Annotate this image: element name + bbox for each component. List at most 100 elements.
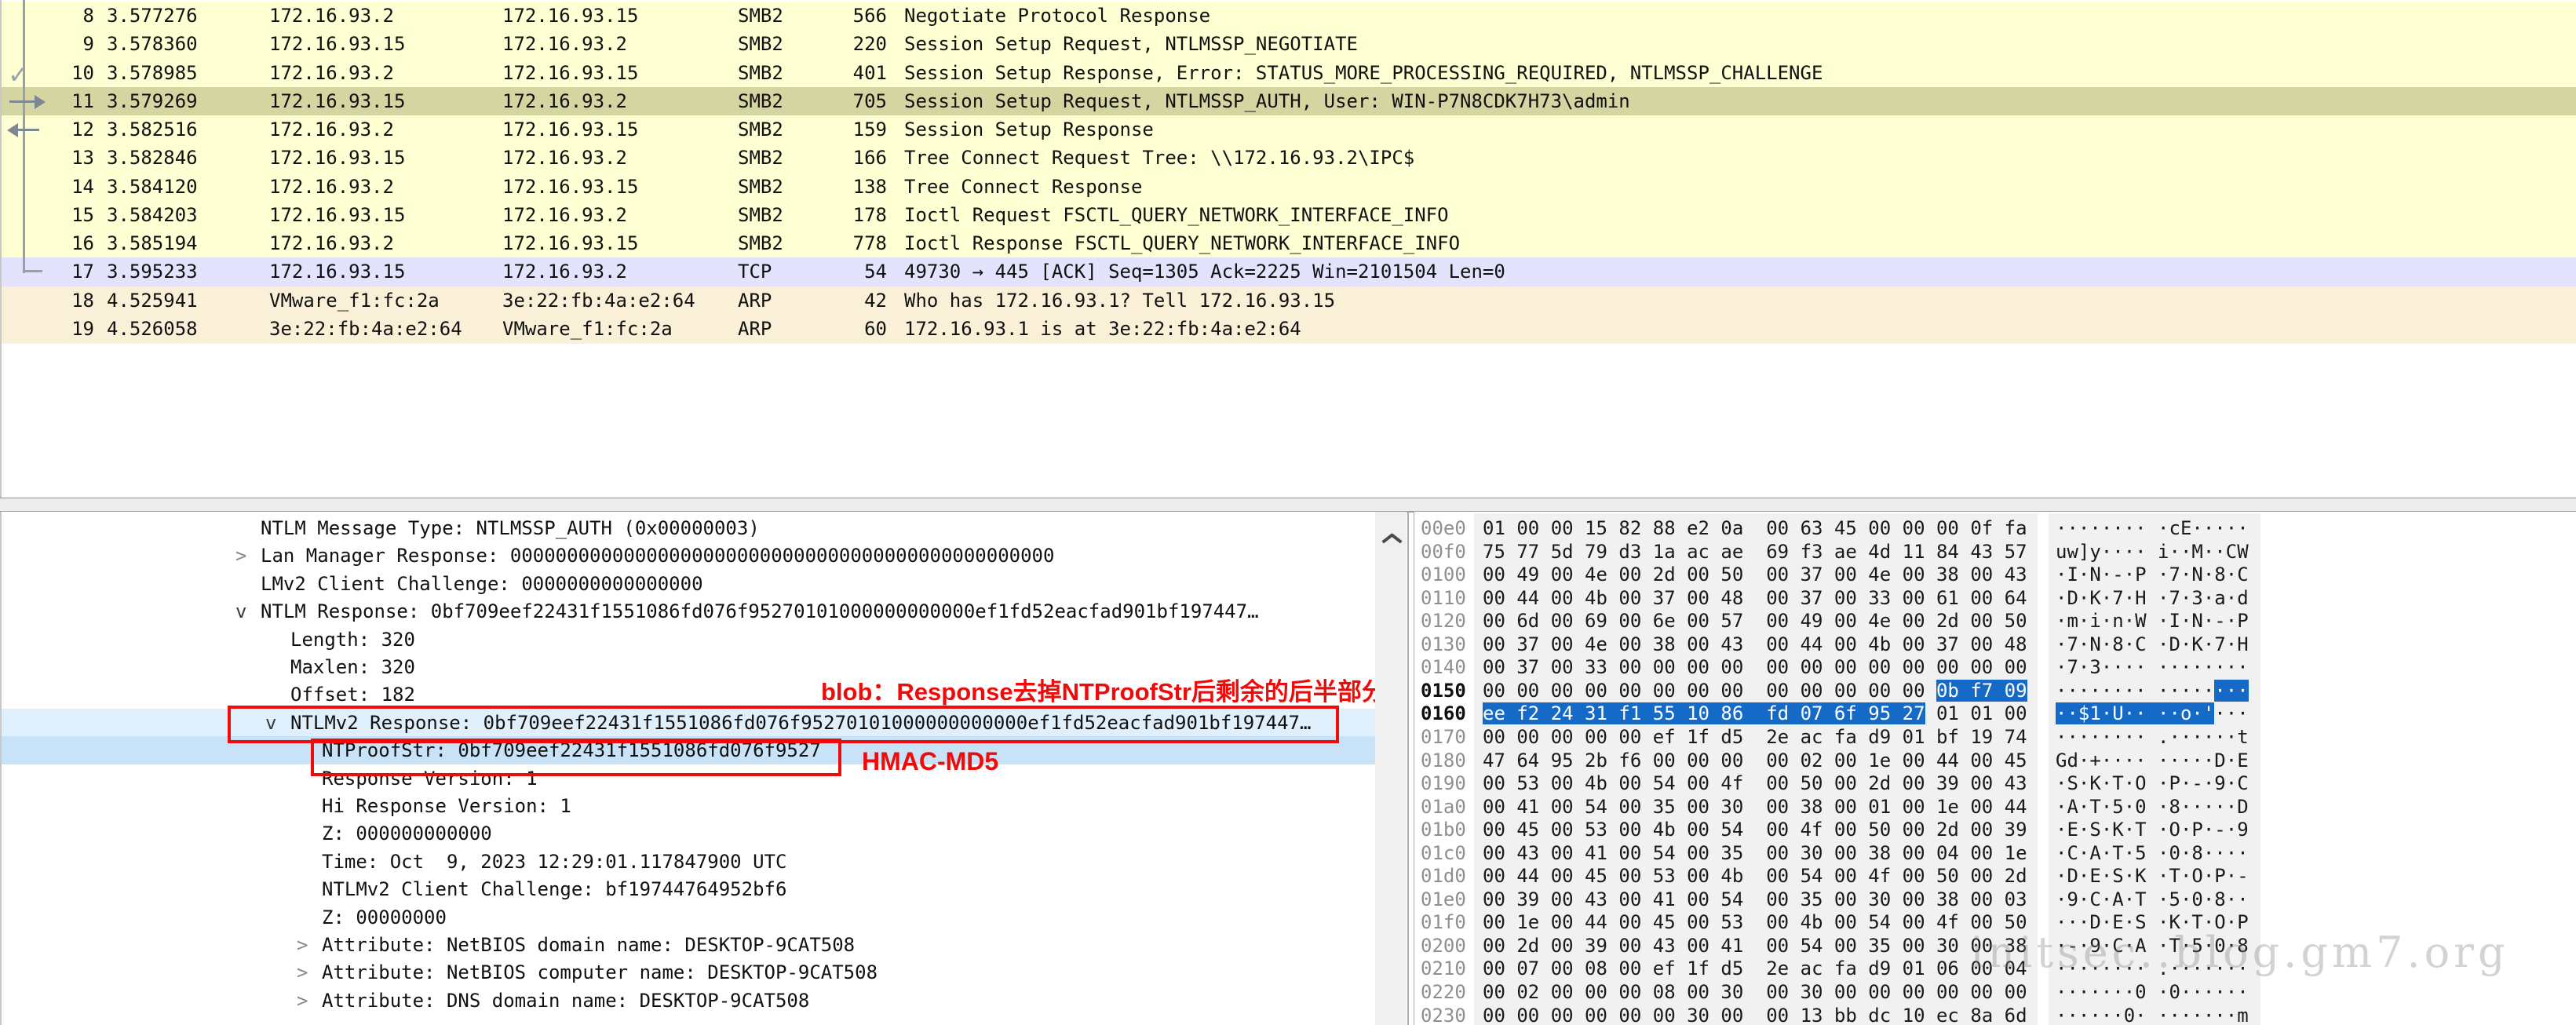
packet-cell-dst: 172.16.93.15: [502, 115, 638, 144]
hex-bytes[interactable]: 00 49 00 4e 00 2d 00 50 00 37 00 4e 00 3…: [1483, 563, 2027, 586]
hex-ascii[interactable]: ··$1·U·· ··o·'···: [2056, 702, 2249, 725]
expander-collapsed-icon[interactable]: >: [297, 958, 308, 987]
details-scrollbar[interactable]: [1375, 512, 1407, 1025]
packet-row-17[interactable]: 173.595233172.16.93.15172.16.93.2TCP5449…: [2, 257, 2576, 286]
detail-row[interactable]: >Attribute: DNS domain name: DESKTOP-9CA…: [2, 987, 1375, 1015]
hex-ascii[interactable]: uw]y···· i··M··CW: [2056, 540, 2249, 564]
hex-bytes[interactable]: 00 00 00 00 00 00 00 00 00 00 00 00 00 0…: [1483, 679, 2027, 702]
detail-row[interactable]: NTLMv2 Client Challenge: bf19744764952bf…: [2, 875, 1375, 903]
hex-ascii[interactable]: ·7·N·8·C ·D·K·7·H: [2056, 633, 2249, 656]
hex-row-01e0[interactable]: 01e000 39 00 43 00 41 00 54 00 35 00 30 …: [1414, 888, 2576, 911]
hex-row-01c0[interactable]: 01c000 43 00 41 00 54 00 35 00 30 00 38 …: [1414, 841, 2576, 865]
hex-row-0180[interactable]: 018047 64 95 2b f6 00 00 00 00 02 00 1e …: [1414, 749, 2576, 772]
hex-bytes[interactable]: 00 6d 00 69 00 6e 00 57 00 49 00 4e 00 2…: [1483, 609, 2027, 633]
hex-row-0130[interactable]: 013000 37 00 4e 00 38 00 43 00 44 00 4b …: [1414, 633, 2576, 656]
detail-row[interactable]: LMv2 Client Challenge: 0000000000000000: [2, 570, 1375, 598]
hex-bytes[interactable]: 00 44 00 4b 00 37 00 48 00 37 00 33 00 6…: [1483, 586, 2027, 610]
hex-bytes[interactable]: 00 1e 00 44 00 45 00 53 00 4b 00 54 00 4…: [1483, 910, 2027, 934]
hex-ascii[interactable]: ·······0 ·0······: [2056, 980, 2249, 1004]
detail-row[interactable]: vNTLM Response: 0bf709eef22431f1551086fd…: [2, 597, 1375, 626]
hex-ascii[interactable]: ·7·3···· ········: [2056, 655, 2249, 679]
detail-row[interactable]: >Attribute: NetBIOS domain name: DESKTOP…: [2, 931, 1375, 959]
expander-collapsed-icon[interactable]: >: [297, 931, 308, 959]
hex-bytes[interactable]: 00 43 00 41 00 54 00 35 00 30 00 38 00 0…: [1483, 841, 2027, 865]
hex-row-0140[interactable]: 014000 37 00 33 00 00 00 00 00 00 00 00 …: [1414, 655, 2576, 679]
hex-ascii[interactable]: ·m·i·n·W ·I·N·-·P: [2056, 609, 2249, 633]
packet-row-18[interactable]: 184.525941VMware_f1:fc:2a3e:22:fb:4a:e2:…: [2, 286, 2576, 316]
detail-row[interactable]: Response Version: 1: [2, 764, 1375, 793]
detail-row[interactable]: NTProofStr: 0bf709eef22431f1551086fd076f…: [2, 736, 1375, 764]
expander-expanded-icon[interactable]: v: [235, 597, 246, 626]
hex-bytes[interactable]: 01 00 00 15 82 88 e2 0a 00 63 45 00 00 0…: [1483, 516, 2027, 540]
detail-row[interactable]: Hi Response Version: 1: [2, 792, 1375, 820]
hex-row-0160[interactable]: 0160ee f2 24 31 f1 55 10 86 fd 07 6f 95 …: [1414, 702, 2576, 725]
hex-bytes[interactable]: 00 07 00 08 00 ef 1f d5 2e ac fa d9 01 0…: [1483, 957, 2027, 980]
packet-row-8[interactable]: 83.577276172.16.93.2172.16.93.15SMB2566N…: [2, 2, 2576, 31]
hex-ascii[interactable]: ·A·T·5·0 ·8·····D: [2056, 795, 2249, 819]
detail-row-text: NTLM Message Type: NTLMSSP_AUTH (0x00000…: [261, 514, 760, 542]
hex-row-0220[interactable]: 022000 02 00 00 00 08 00 30 00 30 00 00 …: [1414, 980, 2576, 1004]
hex-row-0110[interactable]: 011000 44 00 4b 00 37 00 48 00 37 00 33 …: [1414, 586, 2576, 610]
hex-bytes[interactable]: 00 00 00 00 00 ef 1f d5 2e ac fa d9 01 b…: [1483, 725, 2027, 749]
hex-bytes[interactable]: 00 00 00 00 00 00 30 00 00 13 bb dc 10 e…: [1483, 1004, 2027, 1025]
packet-row-16[interactable]: 163.585194172.16.93.2172.16.93.15SMB2778…: [2, 229, 2576, 258]
hex-bytes[interactable]: 00 37 00 33 00 00 00 00 00 00 00 00 00 0…: [1483, 655, 2027, 679]
hex-row-0230[interactable]: 023000 00 00 00 00 00 30 00 00 13 bb dc …: [1414, 1004, 2576, 1025]
detail-row[interactable]: >Lan Manager Response: 00000000000000000…: [2, 542, 1375, 570]
hex-bytes[interactable]: 00 02 00 00 00 08 00 30 00 30 00 00 00 0…: [1483, 980, 2027, 1004]
expander-collapsed-icon[interactable]: >: [297, 987, 308, 1015]
hex-ascii[interactable]: ·D·K·7·H ·7·3·a·d: [2056, 586, 2249, 610]
detail-row[interactable]: Z: 000000000000: [2, 819, 1375, 848]
hex-row-0170[interactable]: 017000 00 00 00 00 ef 1f d5 2e ac fa d9 …: [1414, 725, 2576, 749]
hex-row-01b0[interactable]: 01b000 45 00 53 00 4b 00 54 00 4f 00 50 …: [1414, 818, 2576, 841]
hex-row-0100[interactable]: 010000 49 00 4e 00 2d 00 50 00 37 00 4e …: [1414, 563, 2576, 586]
hex-bytes[interactable]: 00 41 00 54 00 35 00 30 00 38 00 01 00 1…: [1483, 795, 2027, 819]
packet-row-10[interactable]: 103.578985172.16.93.2172.16.93.15SMB2401…: [2, 59, 2576, 88]
hex-bytes[interactable]: 47 64 95 2b f6 00 00 00 00 02 00 1e 00 4…: [1483, 749, 2027, 772]
packet-row-15[interactable]: 153.584203172.16.93.15172.16.93.2SMB2178…: [2, 201, 2576, 230]
scroll-up-icon[interactable]: [1381, 529, 1399, 540]
packet-row-12[interactable]: 123.582516172.16.93.2172.16.93.15SMB2159…: [2, 115, 2576, 144]
watermark-text: initsec..blog.gm7.org: [1970, 928, 2509, 977]
detail-row[interactable]: Z: 00000000: [2, 903, 1375, 932]
hex-bytes[interactable]: 75 77 5d 79 d3 1a ac ae 69 f3 ae 4d 11 8…: [1483, 540, 2027, 564]
hex-bytes[interactable]: 00 45 00 53 00 4b 00 54 00 4f 00 50 00 2…: [1483, 818, 2027, 841]
hex-bytes[interactable]: 00 44 00 45 00 53 00 4b 00 54 00 4f 00 5…: [1483, 864, 2027, 888]
hex-ascii[interactable]: ·I·N·-·P ·7·N·8·C: [2056, 563, 2249, 586]
detail-row[interactable]: NTLM Message Type: NTLMSSP_AUTH (0x00000…: [2, 514, 1375, 542]
hex-ascii[interactable]: ·C·A·T·5 ·0·8····: [2056, 841, 2249, 865]
packet-row-14[interactable]: 143.584120172.16.93.2172.16.93.15SMB2138…: [2, 173, 2576, 202]
hex-bytes[interactable]: 00 53 00 4b 00 54 00 4f 00 50 00 2d 00 3…: [1483, 771, 2027, 795]
hex-row-00e0[interactable]: 00e001 00 00 15 82 88 e2 0a 00 63 45 00 …: [1414, 516, 2576, 540]
expander-collapsed-icon[interactable]: >: [235, 542, 246, 570]
hex-ascii[interactable]: ·9·C·A·T ·5·0·8··: [2056, 888, 2249, 911]
detail-row[interactable]: Length: 320: [2, 626, 1375, 654]
hex-bytes[interactable]: ee f2 24 31 f1 55 10 86 fd 07 6f 95 27 0…: [1483, 702, 2027, 725]
hex-bytes[interactable]: 00 2d 00 39 00 43 00 41 00 54 00 35 00 3…: [1483, 934, 2027, 958]
detail-row[interactable]: Time: Oct 9, 2023 12:29:01.117847900 UTC: [2, 848, 1375, 876]
hex-bytes[interactable]: 00 39 00 43 00 41 00 54 00 35 00 30 00 3…: [1483, 888, 2027, 911]
hex-row-01d0[interactable]: 01d000 44 00 45 00 53 00 4b 00 54 00 4f …: [1414, 864, 2576, 888]
hex-row-0190[interactable]: 019000 53 00 4b 00 54 00 4f 00 50 00 2d …: [1414, 771, 2576, 795]
packet-row-13[interactable]: 133.582846172.16.93.15172.16.93.2SMB2166…: [2, 144, 2576, 173]
hex-ascii[interactable]: ·D·E·S·K ·T·O·P·-: [2056, 864, 2249, 888]
hex-ascii[interactable]: ········ ········: [2056, 679, 2249, 702]
expander-expanded-icon[interactable]: v: [265, 709, 276, 737]
packet-row-9[interactable]: 93.578360172.16.93.15172.16.93.2SMB2220S…: [2, 30, 2576, 59]
hex-row-0120[interactable]: 012000 6d 00 69 00 6e 00 57 00 49 00 4e …: [1414, 609, 2576, 633]
detail-row[interactable]: >Attribute: NetBIOS computer name: DESKT…: [2, 958, 1375, 987]
packet-row-11[interactable]: 113.579269172.16.93.15172.16.93.2SMB2705…: [2, 87, 2576, 116]
hex-row-01a0[interactable]: 01a000 41 00 54 00 35 00 30 00 38 00 01 …: [1414, 795, 2576, 819]
hex-ascii[interactable]: ········ ·cE·····: [2056, 516, 2249, 540]
hex-row-0150[interactable]: 015000 00 00 00 00 00 00 00 00 00 00 00 …: [1414, 679, 2576, 702]
hex-ascii[interactable]: ·E·S·K·T ·O·P·-·9: [2056, 818, 2249, 841]
hex-ascii[interactable]: Gd·+···· ·····D·E: [2056, 749, 2249, 772]
hex-bytes[interactable]: 00 37 00 4e 00 38 00 43 00 44 00 4b 00 3…: [1483, 633, 2027, 656]
hex-ascii[interactable]: ······0· ·······m: [2056, 1004, 2249, 1025]
detail-row[interactable]: vNTLMv2 Response: 0bf709eef22431f1551086…: [2, 709, 1375, 737]
hex-row-00f0[interactable]: 00f075 77 5d 79 d3 1a ac ae 69 f3 ae 4d …: [1414, 540, 2576, 564]
hex-ascii[interactable]: ·S·K·T·O ·P·-·9·C: [2056, 771, 2249, 795]
packet-cell-proto: SMB2: [738, 59, 783, 88]
hex-ascii[interactable]: ········ .······t: [2056, 725, 2249, 749]
packet-row-19[interactable]: 194.5260583e:22:fb:4a:e2:64VMware_f1:fc:…: [2, 315, 2576, 344]
